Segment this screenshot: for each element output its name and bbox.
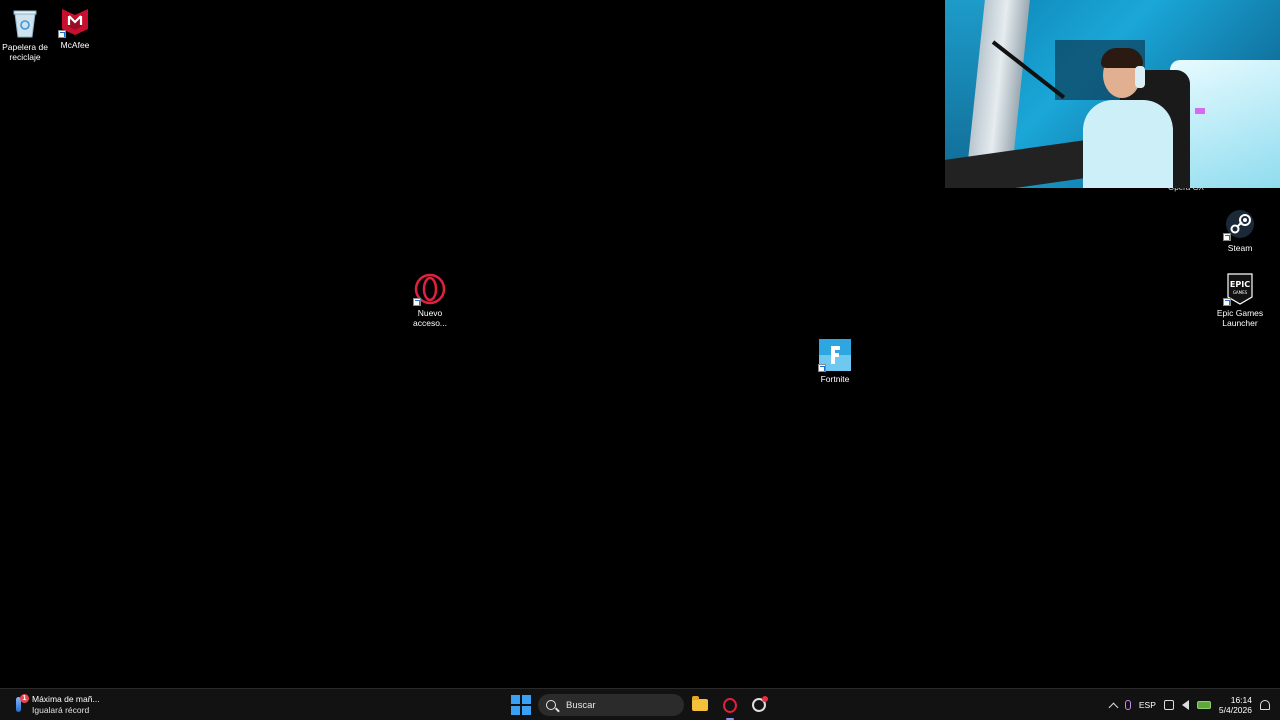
desktop[interactable]: Papelera de reciclaje McAfee Nuevo acces… <box>0 0 1280 688</box>
system-tray: ESP 16:14 5/4/2026 <box>1108 693 1270 717</box>
shortcut-arrow-icon <box>1223 233 1231 241</box>
mcafee-label: McAfee <box>60 40 90 50</box>
recycle-bin-icon <box>8 6 42 40</box>
webcam-led <box>1195 108 1205 114</box>
webcam-person-hair <box>1101 48 1143 68</box>
webcam-person-body <box>1083 100 1173 188</box>
shortcut-arrow-icon <box>58 30 66 38</box>
steam-label: Steam <box>1227 243 1253 253</box>
fortnite-label: Fortnite <box>820 374 850 384</box>
thermometer-icon: 1 <box>12 694 29 714</box>
clock[interactable]: 16:14 5/4/2026 <box>1219 695 1252 715</box>
clock-date: 5/4/2026 <box>1218 705 1252 715</box>
folder-icon <box>692 696 708 711</box>
svg-text:EPIC: EPIC <box>1230 280 1250 289</box>
webcam-overlay <box>945 0 1280 188</box>
taskbar-file-explorer[interactable] <box>688 693 712 717</box>
shortcut-arrow-icon <box>1223 298 1231 306</box>
widget-title: Máxima de mañ... <box>32 694 100 704</box>
desktop-icon-mcafee[interactable]: McAfee <box>45 4 105 50</box>
network-icon[interactable] <box>1163 700 1174 710</box>
mcafee-icon <box>58 4 92 38</box>
desktop-icon-epic-games[interactable]: EPIC GAMES Epic Games Launcher <box>1210 272 1270 328</box>
epic-games-label: Epic Games Launcher <box>1216 308 1264 328</box>
search-placeholder: Buscar <box>566 699 596 711</box>
shortcut-arrow-icon <box>818 364 826 372</box>
clock-time: 16:14 <box>1230 695 1252 705</box>
taskbar-search[interactable]: Buscar <box>538 694 684 716</box>
desktop-icon-steam[interactable]: Steam <box>1210 207 1270 253</box>
taskbar: 1 Máxima de mañ... Igualará récord Busca… <box>0 688 1280 720</box>
volume-icon[interactable] <box>1181 700 1189 710</box>
chevron-up-icon[interactable] <box>1108 702 1119 712</box>
fortnite-icon <box>818 338 852 372</box>
desktop-icon-fortnite[interactable]: Fortnite <box>805 338 865 384</box>
widget-badge: 1 <box>20 694 29 703</box>
desktop-icon-opera-shortcut[interactable]: Nuevo acceso... <box>400 272 460 328</box>
epic-games-icon: EPIC GAMES <box>1223 272 1257 306</box>
shortcut-arrow-icon <box>413 298 421 306</box>
webcam-headset <box>1135 66 1145 88</box>
steam-icon <box>1223 207 1257 241</box>
opera-icon <box>723 697 737 713</box>
opera-icon <box>413 272 447 306</box>
notification-bell-icon[interactable] <box>1260 700 1270 710</box>
taskbar-opera-gx[interactable] <box>747 693 771 717</box>
widget-subtitle: Igualará récord <box>32 705 90 715</box>
microphone-icon[interactable] <box>1124 700 1131 710</box>
weather-widget[interactable]: 1 Máxima de mañ... Igualará récord <box>12 693 100 717</box>
start-button[interactable] <box>511 695 531 715</box>
svg-text:GAMES: GAMES <box>1233 290 1248 295</box>
search-icon <box>546 700 556 710</box>
opera-gx-icon <box>752 696 768 712</box>
language-indicator[interactable]: ESP <box>1139 700 1156 710</box>
taskbar-opera[interactable] <box>718 693 742 720</box>
opera-shortcut-label: Nuevo acceso... <box>412 308 448 328</box>
battery-icon[interactable] <box>1196 701 1211 709</box>
